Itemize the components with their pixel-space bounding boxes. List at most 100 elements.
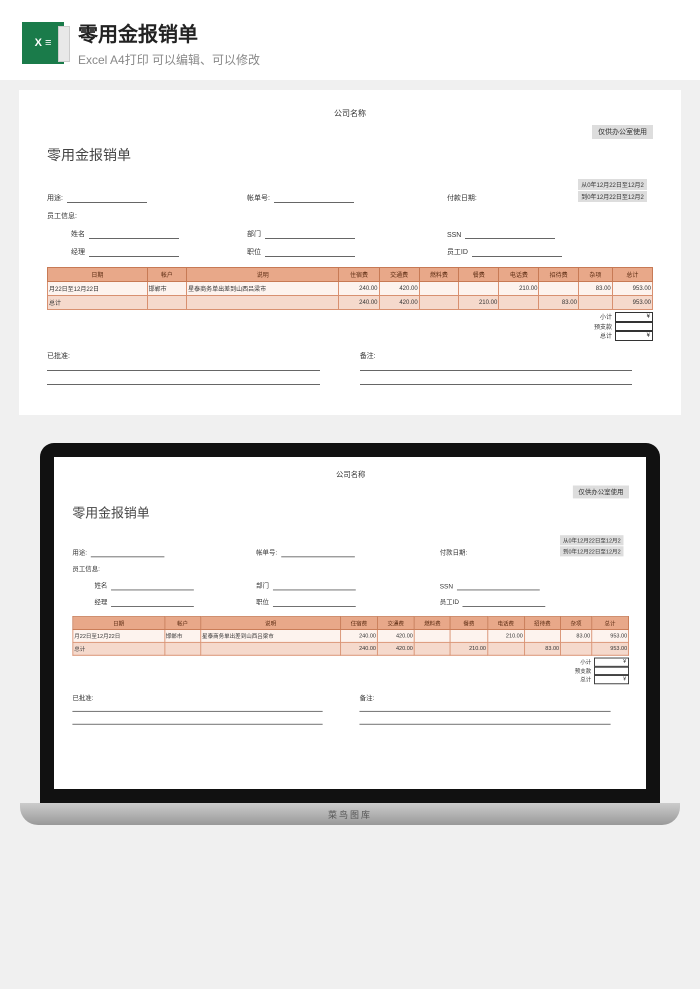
- cell: [578, 296, 612, 310]
- cell[interactable]: 210.00: [499, 282, 539, 296]
- pos-input[interactable]: [265, 248, 355, 257]
- employee-label-row: 员工信息:: [47, 211, 653, 221]
- mgr-label: 经理: [71, 247, 85, 257]
- laptop-mockup: 公司名称 仅供办公室使用 零用金报销单 用途: 帐单号: 付款日期: 从0年12…: [40, 443, 660, 825]
- from-date: 0年12月22日至12月2: [587, 183, 644, 189]
- approved-line[interactable]: [47, 361, 320, 371]
- company-name: 公司名称: [47, 108, 653, 119]
- purpose-label: 用途:: [47, 193, 63, 203]
- table-row: 月22日至12月22日 邯郸市 星泰商务单出差到山西吕梁市 240.00 420…: [48, 282, 653, 296]
- col-misc: 杂项: [578, 268, 612, 282]
- cell[interactable]: 月22日至12月22日: [48, 282, 148, 296]
- pay-dates: 从0年12月22日至12月2 到0年12月22日至12月2: [578, 179, 647, 203]
- table-row: 月22日至12月22日邯郸市星泰商务单出差到山西吕梁市240.00420.002…: [73, 630, 629, 643]
- col-lodging: 住宿费: [339, 268, 379, 282]
- internal-use-note: 仅供办公室使用: [592, 125, 653, 139]
- cell: [147, 296, 186, 310]
- advance-label: 预支款: [585, 322, 615, 331]
- sheet-preview-2: 公司名称 仅供办公室使用 零用金报销单 用途: 帐单号: 付款日期: 从0年12…: [54, 457, 646, 747]
- to-date: 0年12月22日至12月2: [587, 195, 644, 201]
- cell: 83.00: [539, 296, 578, 310]
- total-label: 总计: [585, 331, 615, 341]
- purpose-label: 用途:: [72, 548, 87, 557]
- excel-icon: X ≡: [22, 22, 64, 64]
- page-header: X ≡ 零用金报销单 Excel A4打印 可以编辑、可以修改: [0, 0, 700, 80]
- cell[interactable]: 邯郸市: [147, 282, 186, 296]
- sheet-title: 零用金报销单: [47, 145, 653, 165]
- table-row-total: 总计 240.00 420.00 210.00 83.00 953.00: [48, 296, 653, 310]
- table-header-row: 日期 帐户 说明 住宿费 交通费 燃料费 餐费 电话费 招待费 杂项 总计: [48, 268, 653, 282]
- subtotal-label: 小计: [585, 312, 615, 322]
- cell[interactable]: 953.00: [612, 282, 652, 296]
- col-desc: 说明: [187, 268, 339, 282]
- name-label: 姓名: [71, 229, 85, 239]
- empid-input[interactable]: [472, 248, 562, 257]
- expense-table: 日期 帐户 说明 住宿费 交通费 燃料费 餐费 电话费 招待费 杂项 总计 月2…: [47, 267, 653, 310]
- cell[interactable]: [419, 282, 458, 296]
- total-value: ¥: [615, 331, 653, 341]
- col-fuel: 燃料费: [419, 268, 458, 282]
- cell[interactable]: [539, 282, 578, 296]
- name-input[interactable]: [89, 230, 179, 239]
- cell[interactable]: 240.00: [339, 282, 379, 296]
- cell: 420.00: [379, 296, 419, 310]
- statement-no-label: 帐单号:: [256, 548, 277, 557]
- laptop-brand: 菜鸟图库: [328, 808, 372, 821]
- mgr-input[interactable]: [89, 248, 179, 257]
- purpose-input[interactable]: [67, 194, 147, 203]
- cell[interactable]: 420.00: [379, 282, 419, 296]
- laptop-screen-inner: 公司名称 仅供办公室使用 零用金报销单 用途: 帐单号: 付款日期: 从0年12…: [54, 457, 646, 789]
- cell[interactable]: 星泰商务单出差到山西吕梁市: [187, 282, 339, 296]
- col-transport: 交通费: [379, 268, 419, 282]
- statement-no-input[interactable]: [274, 194, 354, 203]
- dept-label: 部门: [247, 229, 261, 239]
- employee-row-1: 姓名 部门 SSN: [47, 229, 653, 239]
- notes-line[interactable]: [360, 375, 633, 385]
- cell: 总计: [48, 296, 148, 310]
- col-phone: 电话费: [499, 268, 539, 282]
- col-total: 总计: [612, 268, 652, 282]
- cell: [187, 296, 339, 310]
- notes-line[interactable]: [360, 361, 633, 371]
- ssn-label: SSN: [447, 232, 461, 239]
- col-account: 帐户: [147, 268, 186, 282]
- cell[interactable]: [459, 282, 499, 296]
- approved-label: 已批准:: [47, 351, 70, 361]
- cell: 953.00: [612, 296, 652, 310]
- purpose-input[interactable]: [91, 549, 165, 557]
- expense-table: 日期帐户说明住宿费交通费燃料费餐费电话费招待费杂项总计 月22日至12月22日邯…: [72, 616, 629, 656]
- empid-label: 员工ID: [447, 247, 468, 257]
- employee-info-label: 员工信息:: [47, 211, 77, 221]
- footer-row: 已批准: 备注:: [47, 351, 653, 389]
- purpose-row: 用途: 帐单号: 付款日期: 从0年12月22日至12月2 到0年12月22日至…: [47, 179, 653, 203]
- cell: [419, 296, 458, 310]
- col-date: 日期: [48, 268, 148, 282]
- cell: [499, 296, 539, 310]
- sheet-title: 零用金报销单: [72, 504, 629, 522]
- pos-label: 职位: [247, 247, 261, 257]
- ssn-input[interactable]: [465, 230, 555, 239]
- header-title: 零用金报销单: [78, 18, 260, 47]
- approved-line[interactable]: [47, 375, 320, 385]
- statement-no-input[interactable]: [281, 549, 355, 557]
- company-name: 公司名称: [72, 470, 629, 480]
- subtotal-value: ¥: [615, 312, 653, 322]
- cell: 240.00: [339, 296, 379, 310]
- cell: 210.00: [459, 296, 499, 310]
- cell[interactable]: 83.00: [578, 282, 612, 296]
- col-meals: 餐费: [459, 268, 499, 282]
- payperiod-label: 付款日期:: [447, 193, 477, 203]
- advance-value[interactable]: [615, 322, 653, 331]
- header-text: 零用金报销单 Excel A4打印 可以编辑、可以修改: [78, 18, 260, 68]
- laptop-base: 菜鸟图库: [20, 803, 680, 825]
- dept-input[interactable]: [265, 230, 355, 239]
- summary-block: 小计¥ 预支款 总计¥: [47, 312, 653, 341]
- laptop-screen: 公司名称 仅供办公室使用 零用金报销单 用途: 帐单号: 付款日期: 从0年12…: [40, 443, 660, 803]
- col-entertain: 招待费: [539, 268, 578, 282]
- sheet-preview-1: 公司名称 仅供办公室使用 零用金报销单 用途: 帐单号: 付款日期: 从0年12…: [19, 90, 681, 415]
- table-row-total: 总计240.00420.00210.0083.00953.00: [73, 642, 629, 655]
- payperiod-label: 付款日期:: [440, 548, 468, 557]
- employee-info-label: 员工信息:: [72, 565, 100, 574]
- statement-no-label: 帐单号:: [247, 193, 270, 203]
- header-subtitle: Excel A4打印 可以编辑、可以修改: [78, 51, 260, 68]
